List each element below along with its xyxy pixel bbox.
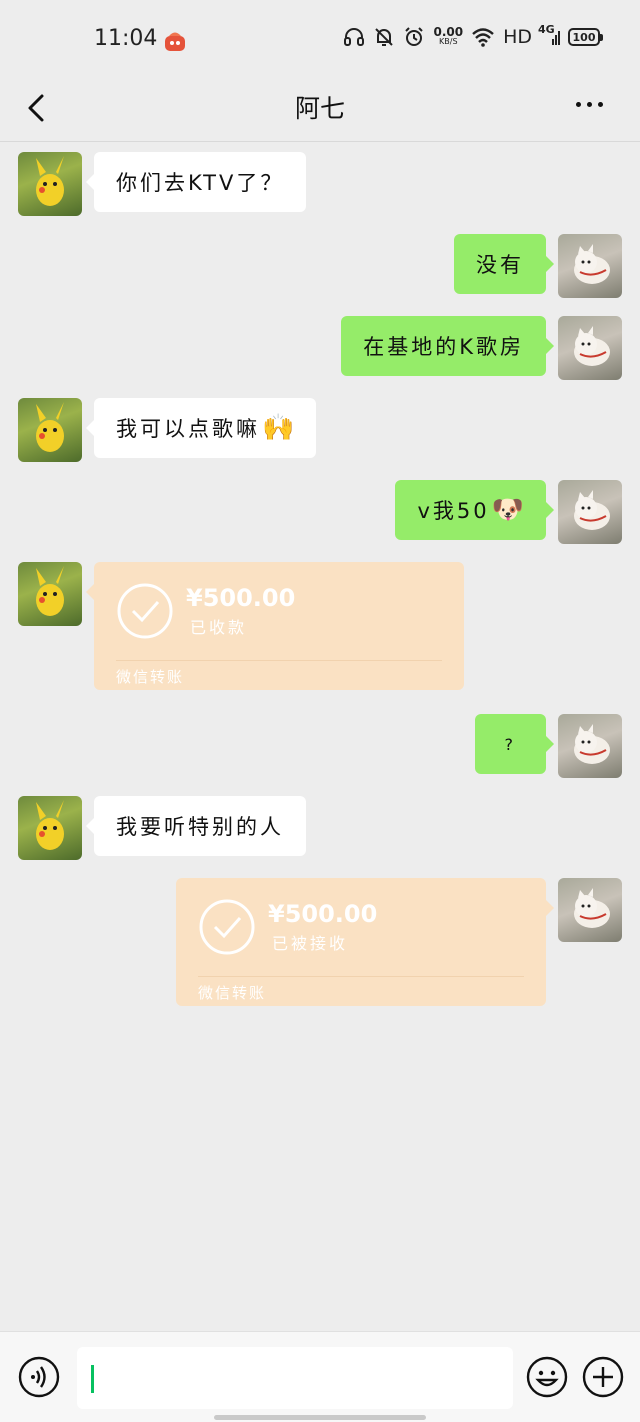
transfer-status: 已收款	[190, 618, 248, 637]
input-bar	[0, 1331, 640, 1422]
status-bar: 11:04 0.00 KB/S HD 4G 100	[0, 0, 640, 80]
check-circle-icon	[199, 899, 255, 955]
message-bubble[interactable]: v我50 🐶	[395, 480, 554, 540]
transfer-footer: 微信转账	[116, 668, 185, 686]
message-text: 我要听特别的人	[116, 815, 284, 839]
message-bubble[interactable]: 我要听特别的人	[86, 796, 306, 856]
more-dot	[576, 101, 581, 107]
message-text: 我可以点歌嘛	[116, 417, 260, 441]
emoji-icon	[526, 1356, 568, 1398]
more-functions-button[interactable]	[582, 1356, 624, 1398]
alarm-icon	[403, 26, 425, 48]
doge-emoji: 🐶	[491, 495, 524, 525]
text-cursor	[91, 1365, 94, 1393]
my-avatar[interactable]	[558, 480, 622, 544]
voice-button[interactable]	[18, 1356, 60, 1398]
plus-icon	[582, 1356, 624, 1398]
net-speed-unit: KB/S	[439, 37, 458, 46]
app-notification-icon	[162, 28, 188, 54]
transfer-status: 已被接收	[272, 934, 349, 953]
net-speed-value: 0.00	[433, 25, 464, 39]
my-avatar[interactable]	[558, 714, 622, 778]
contact-avatar[interactable]	[18, 398, 82, 462]
check-circle-icon	[117, 583, 173, 639]
message-bubble[interactable]: 你们去KTV了？	[85, 152, 307, 212]
transfer-amount: ¥500.00	[186, 584, 296, 612]
status-time: 11:04	[94, 26, 158, 51]
transfer-amount: ¥500.00	[268, 900, 378, 928]
hd-label: HD	[503, 26, 532, 48]
transfer-card[interactable]: ¥500.00 已被接收 微信转账	[176, 878, 554, 1006]
message-bubble[interactable]: 没有	[454, 234, 554, 294]
contact-avatar[interactable]	[18, 796, 82, 860]
more-dot	[598, 101, 603, 107]
more-dot	[587, 101, 592, 107]
message-input[interactable]	[77, 1347, 513, 1409]
divider	[198, 976, 524, 977]
message-text: 没有	[476, 253, 524, 277]
voice-icon	[18, 1356, 60, 1398]
message-text: 在基地的K歌房	[363, 335, 524, 359]
wifi-icon	[471, 27, 495, 47]
mute-bell-icon	[373, 26, 395, 48]
status-icons: 0.00 KB/S HD 4G 100	[343, 23, 603, 48]
chat-title: 阿七	[294, 94, 345, 123]
headset-icon	[343, 26, 365, 48]
my-avatar[interactable]	[558, 316, 622, 380]
signal-icon: 4G	[538, 23, 560, 47]
my-avatar[interactable]	[558, 878, 622, 942]
message-text: ?	[504, 734, 516, 754]
message-bubble[interactable]: 我可以点歌嘛 🙌	[85, 398, 317, 458]
transfer-card[interactable]: ¥500.00 已收款 微信转账	[86, 562, 464, 690]
message-text: 你们去KTV了？	[116, 171, 285, 195]
transfer-footer: 微信转账	[198, 984, 267, 1002]
contact-avatar[interactable]	[18, 152, 82, 216]
chat-header: 阿七	[0, 80, 640, 142]
home-indicator[interactable]	[214, 1415, 426, 1420]
more-button[interactable]	[576, 92, 610, 116]
signal-label: 4G	[538, 23, 555, 36]
message-bubble[interactable]: 在基地的K歌房	[341, 316, 554, 376]
message-bubble[interactable]: ?	[474, 714, 554, 774]
raising-hands-emoji: 🙌	[262, 413, 295, 443]
contact-avatar[interactable]	[18, 562, 82, 626]
message-text: v我50	[417, 499, 490, 523]
emoji-button[interactable]	[526, 1356, 568, 1398]
divider	[116, 660, 442, 661]
my-avatar[interactable]	[558, 234, 622, 298]
net-speed: 0.00 KB/S	[433, 25, 464, 47]
battery-indicator: 100	[568, 28, 603, 46]
